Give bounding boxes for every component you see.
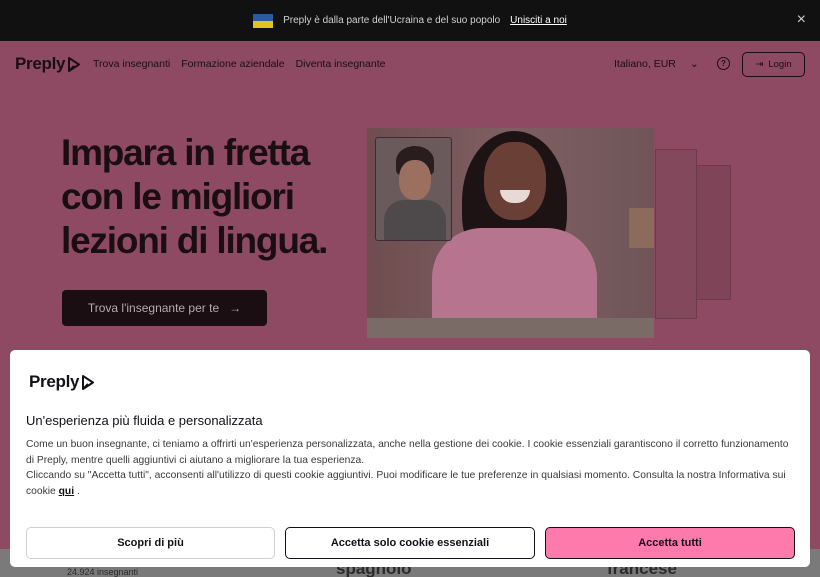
top-nav: Preply Trova insegnanti Formazione azien…	[0, 41, 820, 86]
learn-more-button[interactable]: Scopri di più	[26, 527, 275, 559]
ukraine-flag-icon	[253, 13, 274, 28]
find-tutor-button[interactable]: Trova l'insegnante per te →	[62, 290, 267, 326]
nav-link-corporate[interactable]: Formazione aziendale	[181, 58, 284, 70]
tutor-count: 24.924 insegnanti	[67, 567, 139, 577]
accept-all-button[interactable]: Accetta tutti	[545, 527, 795, 559]
dialog-logo-text: Preply	[29, 372, 80, 391]
dialog-paragraph-2-text: Cliccando su "Accetta tutti", acconsenti…	[26, 470, 786, 497]
arrow-right-icon: →	[229, 301, 242, 315]
banner-join-link[interactable]: Unisciti a noi	[510, 15, 567, 26]
language-selector[interactable]: Italiano, EUR ⌄	[614, 58, 699, 70]
language-label: Italiano, EUR	[614, 58, 676, 70]
help-icon[interactable]: ?	[717, 57, 730, 70]
preply-mark-icon	[68, 56, 81, 72]
login-button[interactable]: ⇥ Login	[742, 52, 805, 77]
login-label: Login	[768, 59, 792, 70]
cookie-consent-dialog: Preply Un'esperienza più fluida e person…	[10, 350, 810, 567]
chevron-down-icon: ⌄	[689, 58, 699, 70]
dialog-paragraph-1: Come un buon insegnante, ci teniamo a of…	[26, 439, 789, 466]
nav-links: Trova insegnanti Formazione aziendale Di…	[93, 58, 385, 70]
close-icon[interactable]: ×	[797, 12, 806, 28]
dialog-paragraph-2: Cliccando su "Accetta tutti", acconsenti…	[26, 468, 796, 499]
cookie-policy-link[interactable]: qui	[59, 486, 74, 497]
cta-label: Trova l'insegnante per te	[87, 301, 220, 315]
banner-text: Preply è dalla parte dell'Ucraina e del …	[283, 15, 501, 26]
logo-text: Preply	[15, 54, 66, 73]
preply-logo[interactable]: Preply	[15, 54, 81, 74]
ukraine-banner: Preply è dalla parte dell'Ucraina e del …	[0, 0, 820, 41]
accept-essential-button[interactable]: Accetta solo cookie essenziali	[285, 527, 535, 559]
tutor-photo-back-1	[655, 149, 697, 319]
login-icon: ⇥	[755, 59, 764, 70]
dialog-body: Come un buon insegnante, ci teniamo a of…	[26, 437, 796, 499]
dialog-title: Un'esperienza più fluida e personalizzat…	[26, 413, 263, 428]
dialog-preply-logo: Preply	[29, 372, 95, 392]
preply-mark-icon	[82, 374, 95, 390]
dialog-paragraph-2-end: .	[76, 485, 80, 497]
nav-link-become-tutor[interactable]: Diventa insegnante	[296, 58, 386, 70]
student-photo-inset	[375, 137, 452, 241]
hero-headline: Impara in fretta con le migliori lezioni…	[61, 132, 328, 261]
nav-link-find-tutors[interactable]: Trova insegnanti	[93, 58, 170, 70]
